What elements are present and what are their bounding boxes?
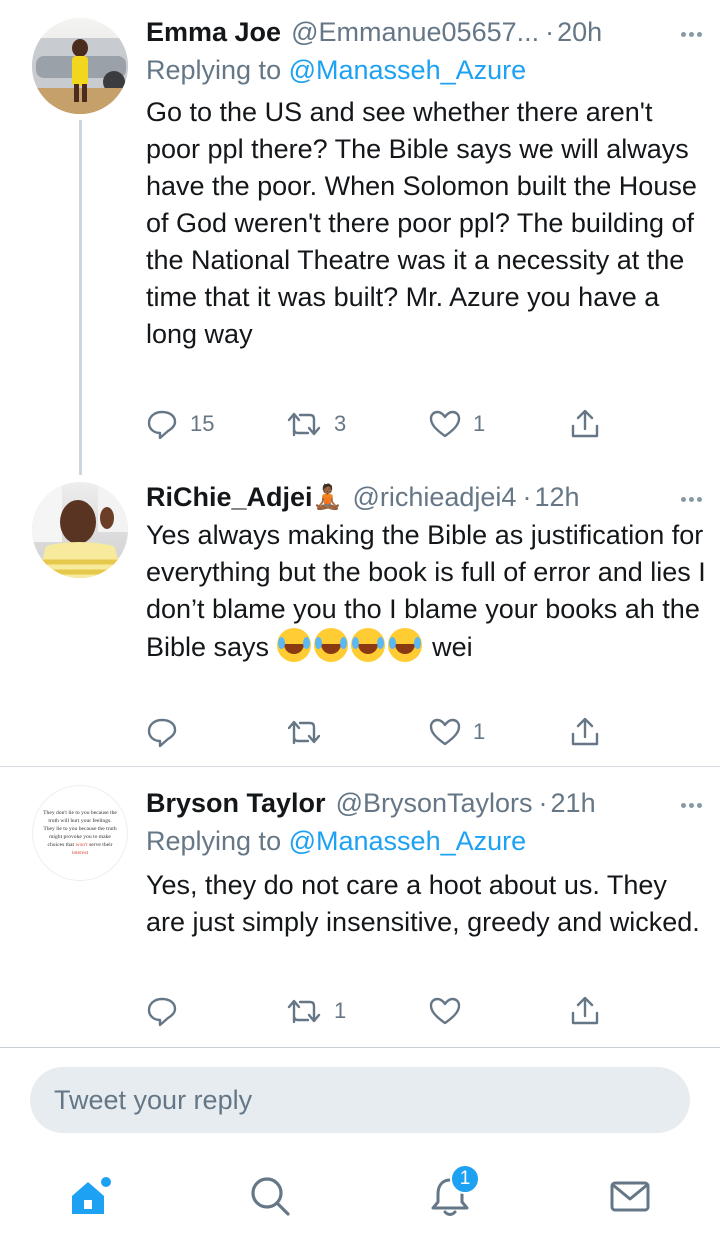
username[interactable]: @BrysonTaylors	[336, 788, 533, 819]
tweet-header: Bryson Taylor @BrysonTaylors · 21h	[146, 787, 596, 819]
heart-icon	[429, 997, 461, 1025]
tab-home[interactable]	[66, 1172, 114, 1220]
more-options-icon[interactable]	[678, 489, 702, 507]
share-button[interactable]	[569, 712, 601, 752]
mention-link[interactable]: @Manasseh_Azure	[289, 55, 527, 85]
tweet-header: Emma Joe @Emmanue05657... · 20h	[146, 16, 603, 48]
heart-icon	[429, 718, 461, 746]
retweet-button[interactable]: 3	[286, 404, 346, 444]
search-icon	[251, 1177, 290, 1216]
timestamp[interactable]: 12h	[534, 482, 579, 513]
like-button[interactable]	[429, 991, 473, 1031]
username[interactable]: @Emmanue05657...	[291, 17, 539, 48]
display-name[interactable]: Emma Joe	[146, 17, 281, 48]
retweet-button[interactable]	[286, 712, 334, 752]
tweet-text: Yes always making the Bible as justifica…	[146, 520, 706, 662]
reply-composer[interactable]	[30, 1067, 690, 1133]
retweet-icon	[287, 412, 321, 437]
share-icon	[571, 996, 599, 1025]
heart-icon	[429, 410, 461, 438]
display-name[interactable]: RiChie_Adjei	[146, 482, 313, 513]
laughing-emoji	[387, 628, 422, 662]
retweet-icon	[287, 999, 321, 1024]
share-button[interactable]	[569, 404, 601, 444]
messages-icon	[610, 1181, 650, 1212]
name-emoji: 🧘🏾	[312, 483, 343, 511]
laughing-emoji	[350, 628, 385, 662]
tweet-header: RiChie_Adjei 🧘🏾 @richieadjei4 · 12h	[146, 481, 580, 513]
tweet[interactable]: They don't lie to you because the truth …	[0, 767, 720, 1047]
like-button[interactable]: 1	[429, 712, 485, 752]
timestamp[interactable]: 20h	[557, 17, 602, 48]
reply-button[interactable]: 15	[146, 404, 214, 444]
tweet-text: Yes, they do not care a hoot about us. T…	[146, 870, 700, 937]
home-icon	[72, 1177, 111, 1214]
tweet[interactable]: RiChie_Adjei 🧘🏾 @richieadjei4 · 12h Yes …	[0, 465, 720, 767]
tweet-actions: 1	[146, 991, 606, 1031]
tweet-text: Go to the US and see whether there aren'…	[146, 97, 697, 349]
like-count: 1	[473, 719, 486, 744]
avatar[interactable]	[32, 482, 128, 578]
avatar-quote: They don't lie to you because the truth …	[43, 810, 117, 856]
notification-badge: 1	[450, 1164, 480, 1194]
tweet-actions: 1	[146, 712, 606, 752]
thread-line	[79, 465, 82, 475]
avatar[interactable]	[32, 18, 128, 114]
username[interactable]: @richieadjei4	[352, 482, 516, 513]
replying-to: Replying to @Manasseh_Azure	[146, 55, 527, 85]
tab-messages[interactable]	[606, 1172, 654, 1220]
more-options-icon[interactable]	[678, 795, 702, 813]
retweet-icon	[287, 720, 321, 745]
tweet-reply-input[interactable]	[30, 1067, 690, 1133]
share-icon	[571, 717, 599, 746]
mention-link[interactable]: @Manasseh_Azure	[289, 826, 527, 856]
reply-count: 15	[190, 411, 215, 436]
reply-button[interactable]	[146, 712, 190, 752]
tab-notifications[interactable]: 1	[426, 1164, 480, 1220]
like-count: 1	[473, 411, 486, 436]
more-options-icon[interactable]	[678, 24, 702, 42]
share-icon	[571, 409, 599, 438]
tweet[interactable]: Emma Joe @Emmanue05657... · 20h Replying…	[0, 0, 720, 475]
retweet-count: 3	[334, 411, 347, 436]
retweet-button[interactable]: 1	[286, 991, 346, 1031]
avatar[interactable]: They don't lie to you because the truth …	[32, 785, 128, 881]
reply-icon	[147, 997, 177, 1027]
reply-icon	[147, 718, 177, 748]
reply-button[interactable]	[146, 991, 190, 1031]
bottom-tab-bar: 1	[0, 1152, 720, 1241]
laughing-emoji	[313, 628, 348, 662]
thread-line	[79, 120, 82, 475]
laughing-emoji	[276, 628, 311, 662]
like-button[interactable]: 1	[429, 404, 485, 444]
tab-search[interactable]	[246, 1172, 294, 1220]
share-button[interactable]	[569, 991, 601, 1031]
retweet-count: 1	[334, 998, 347, 1023]
reply-icon	[147, 410, 177, 440]
tweet-actions: 15 3 1	[146, 404, 606, 444]
divider	[0, 1047, 720, 1048]
display-name[interactable]: Bryson Taylor	[146, 788, 326, 819]
timestamp[interactable]: 21h	[551, 788, 596, 819]
replying-to: Replying to @Manasseh_Azure	[146, 826, 527, 856]
